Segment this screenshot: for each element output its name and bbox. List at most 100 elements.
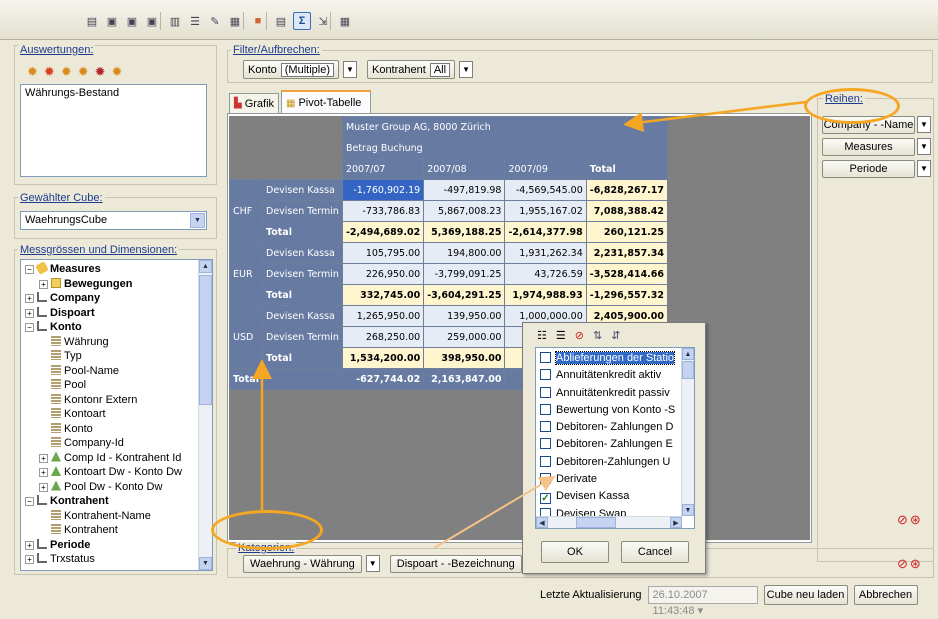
total-cell[interactable]: 7,088,388.42 [585,200,669,222]
value-cell[interactable]: 398,950.00 [423,347,506,369]
tree-node[interactable]: + Bewegungen [25,277,212,292]
value-cell[interactable]: -1,760,902.19 [341,179,425,201]
select-all-icon[interactable]: ☷ [537,329,547,342]
tree-node[interactable]: − Kontrahent [25,494,212,509]
scroll-up-icon[interactable]: ▲ [682,348,694,360]
collapse-icon[interactable]: − [25,497,34,506]
company-header[interactable]: Muster Group AG, 8000 Zürich [341,116,669,138]
expand-icon[interactable]: + [25,294,34,303]
checkbox[interactable] [540,369,551,381]
row-header[interactable]: Devisen Termin [262,200,343,222]
save-report-icon[interactable]: ✹ [61,64,72,80]
cube-icon[interactable]: ▣ [103,12,121,30]
tree-node[interactable]: Kontonr Extern [25,393,212,408]
value-cell[interactable]: 5,369,188.25 [423,221,506,243]
scroll-thumb[interactable] [199,275,212,405]
tab-grafik[interactable]: ▙ Grafik [229,93,279,113]
checkbox[interactable] [540,421,551,433]
value-cell[interactable]: 268,250.00 [341,326,425,348]
chevron-down-icon[interactable]: ▼ [190,213,205,228]
value-cell[interactable]: -733,786.83 [341,200,425,222]
value-cell[interactable]: 1,931,262.34 [504,242,587,264]
kontrahent-dropdown-icon[interactable]: ▼ [459,61,474,78]
value-cell[interactable]: 1,534,200.00 [341,347,425,369]
member-item[interactable]: Debitoren- Zahlungen E [540,436,694,453]
open-report-icon[interactable]: ✹ [44,64,55,80]
auswertungen-list[interactable]: Währungs-Bestand [20,84,207,177]
member-list[interactable]: Ablieferungen der Statio Annuitätenkredit… [535,347,695,529]
tree-node[interactable]: + Trxstatus [25,552,212,567]
delete-report-icon[interactable]: ✹ [95,64,106,80]
konto-dropdown-icon[interactable]: ▼ [342,61,357,78]
tree-node[interactable]: + Company [25,291,212,306]
pivot-icon[interactable]: ▤ [83,12,101,30]
tree-node[interactable]: Währung [25,335,212,350]
member-item[interactable]: ✓ Devisen Kassa [540,488,694,505]
value-cell[interactable]: 194,800.00 [423,242,506,264]
currency-header[interactable]: EUR [229,242,263,306]
expand-icon[interactable]: + [25,540,34,550]
total-cell[interactable]: -6,828,267.17 [585,179,669,201]
value-cell[interactable]: 105,795.00 [341,242,425,264]
value-cell[interactable]: -4,569,545.00 [504,179,587,201]
scroll-right-icon[interactable]: ▶ [670,517,682,528]
checkbox-checked[interactable]: ✓ [540,527,551,528]
tree-node[interactable]: Konto [25,422,212,437]
value-cell[interactable]: -497,819.98 [423,179,506,201]
tree-scrollbar[interactable]: ▲ ▼ [198,260,212,570]
layout-icon[interactable]: ▤ [272,12,290,30]
scroll-down-icon[interactable]: ▼ [682,504,694,516]
value-cell[interactable]: 5,867,008.23 [423,200,506,222]
total-cell[interactable]: 2,231,857.34 [585,242,669,264]
tree-node[interactable]: + Dispoart [25,306,212,321]
tree-node[interactable]: Pool [25,378,212,393]
member-scrollbar[interactable]: ▲ ▼ [681,348,694,516]
value-cell[interactable]: 332,745.00 [341,284,425,306]
tree-node[interactable]: Company-Id [25,436,212,451]
value-cell[interactable]: 1,265,950.00 [341,305,425,327]
value-cell[interactable]: 1,974,988.93 [504,284,587,306]
chevron-down-icon[interactable]: ▼ [917,138,931,155]
member-item[interactable]: Bewertung von Konto -S [540,402,694,419]
cube-reload-button[interactable]: Cube neu laden [763,585,848,605]
expand-icon[interactable]: + [25,555,34,564]
value-cell[interactable]: 1,955,167.02 [504,200,587,222]
checkbox[interactable] [540,352,551,363]
chevron-down-icon[interactable]: ▼ [917,160,931,177]
chart-icon[interactable]: ▥ [166,12,184,30]
checkbox[interactable] [540,473,551,485]
tree-node[interactable]: Kontoart [25,407,212,422]
table-icon[interactable]: ▦ [226,12,244,30]
value-cell[interactable]: -2,614,377.98 [504,221,587,243]
cube-icon[interactable]: ▣ [123,12,141,30]
expand-icon[interactable]: + [39,482,48,492]
update-timestamp[interactable]: 26.10.2007 11:43:48 ▾ [647,586,758,617]
scroll-thumb[interactable] [682,361,694,379]
value-cell[interactable]: 139,950.00 [423,305,506,327]
tree-node[interactable]: Kontrahent [25,523,212,538]
checkbox-checked[interactable]: ✓ [540,493,551,505]
grand-total-cell[interactable]: -627,744.02 [341,368,425,390]
remove-icon[interactable]: ⊘ [897,556,908,572]
expand-icon[interactable]: + [39,279,48,289]
total-cell[interactable]: 260,121.25 [585,221,669,243]
cube-select[interactable]: WaehrungsCube ▼ [20,211,207,230]
value-cell[interactable]: -2,494,689.02 [341,221,425,243]
reihe-button[interactable]: Periode [822,160,915,178]
row-header[interactable]: Devisen Termin [262,263,343,285]
checkbox[interactable] [540,403,551,415]
tree-node[interactable]: Pool-Name [25,364,212,379]
period-header[interactable]: 2007/07 [341,158,425,180]
value-cell[interactable]: 43,726.59 [504,263,587,285]
row-header[interactable]: Devisen Termin [262,326,343,348]
member-item[interactable]: Ablieferungen der Statio [540,350,694,367]
kategorie-waehrung[interactable]: Waehrung - Währung [243,555,362,573]
period-header[interactable]: 2007/08 [423,158,506,180]
row-header[interactable]: Total [262,347,343,369]
total-cell[interactable]: -1,296,557.32 [585,284,669,306]
deselect-all-icon[interactable]: ☰ [556,329,566,342]
new-report-icon[interactable]: ✹ [27,64,38,80]
kategorie-waehrung-dropdown-icon[interactable]: ▼ [365,555,380,572]
expand-icon[interactable]: + [39,468,48,477]
kategorie-dispoart[interactable]: Dispoart - -Bezeichnung [389,555,522,573]
